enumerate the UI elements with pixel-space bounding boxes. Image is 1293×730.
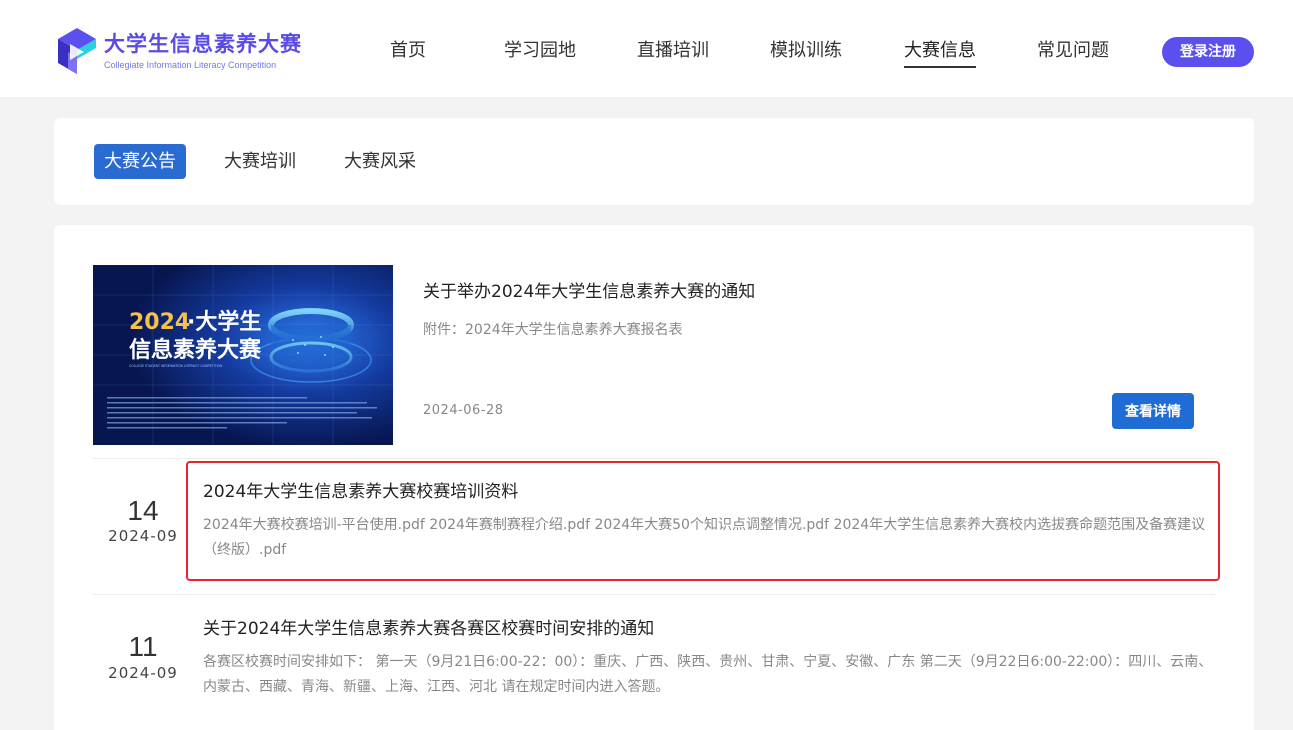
banner-year: 2024 <box>129 310 190 335</box>
logo-mark-icon <box>56 26 98 76</box>
nav-item-home[interactable]: 首页 <box>390 38 426 64</box>
item-title[interactable]: 关于2024年大学生信息素养大赛各赛区校赛时间安排的通知 <box>203 616 654 642</box>
item-description: 各赛区校赛时间安排如下： 第一天（9月21日6:00-22：00）：重庆、广西、… <box>203 654 1213 695</box>
item-title[interactable]: 2024年大学生信息素养大赛校赛培训资料 <box>203 479 518 505</box>
featured-title[interactable]: 关于举办2024年大学生信息素养大赛的通知 <box>423 279 755 305</box>
category-tabs: 大赛公告 大赛培训 大赛风采 <box>54 118 1254 205</box>
nav-item-live-training[interactable]: 直播培训 <box>637 38 709 64</box>
announcement-list: 2024 ·大学生 信息素养大赛 COLLEGE STUDENT INFORMA… <box>54 225 1254 730</box>
nav-item-study[interactable]: 学习园地 <box>504 38 576 64</box>
view-details-button[interactable]: 查看详情 <box>1112 393 1194 429</box>
item-description: 2024年大赛校赛培训-平台使用.pdf 2024年赛制赛程介绍.pdf 202… <box>203 517 1206 558</box>
site-header: 大学生信息素养大赛 Collegiate Information Literac… <box>0 0 1293 97</box>
banner-line1: ·大学生 <box>187 309 261 335</box>
nav-item-mock-training[interactable]: 模拟训练 <box>770 38 842 64</box>
item-day: 11 <box>128 631 158 662</box>
login-register-button[interactable]: 登录注册 <box>1162 37 1254 67</box>
featured-date: 2024-06-28 <box>423 403 504 418</box>
logo-subtitle: Collegiate Information Literacy Competit… <box>104 60 277 70</box>
site-logo[interactable]: 大学生信息素养大赛 Collegiate Information Literac… <box>56 26 302 76</box>
tab-showcase[interactable]: 大赛风采 <box>334 144 426 179</box>
tab-training[interactable]: 大赛培训 <box>214 144 306 179</box>
banner-line2: 信息素养大赛 <box>129 337 262 363</box>
item-year-month: 2024-09 <box>108 664 178 682</box>
nav-item-competition-info[interactable]: 大赛信息 <box>904 38 976 68</box>
item-day: 14 <box>127 495 159 526</box>
featured-banner-image[interactable]: 2024 ·大学生 信息素养大赛 COLLEGE STUDENT INFORMA… <box>93 265 393 445</box>
logo-title: 大学生信息素养大赛 <box>104 32 302 56</box>
banner-caption: COLLEGE STUDENT INFORMATION LITERACY COM… <box>129 364 223 368</box>
tab-announcements[interactable]: 大赛公告 <box>94 144 186 179</box>
list-divider <box>93 594 1215 595</box>
nav-item-faq[interactable]: 常见问题 <box>1037 38 1109 64</box>
list-divider <box>93 458 1215 459</box>
item-year-month: 2024-09 <box>108 527 178 545</box>
featured-attachment-text: 附件：2024年大学生信息素养大赛报名表 <box>423 322 683 338</box>
